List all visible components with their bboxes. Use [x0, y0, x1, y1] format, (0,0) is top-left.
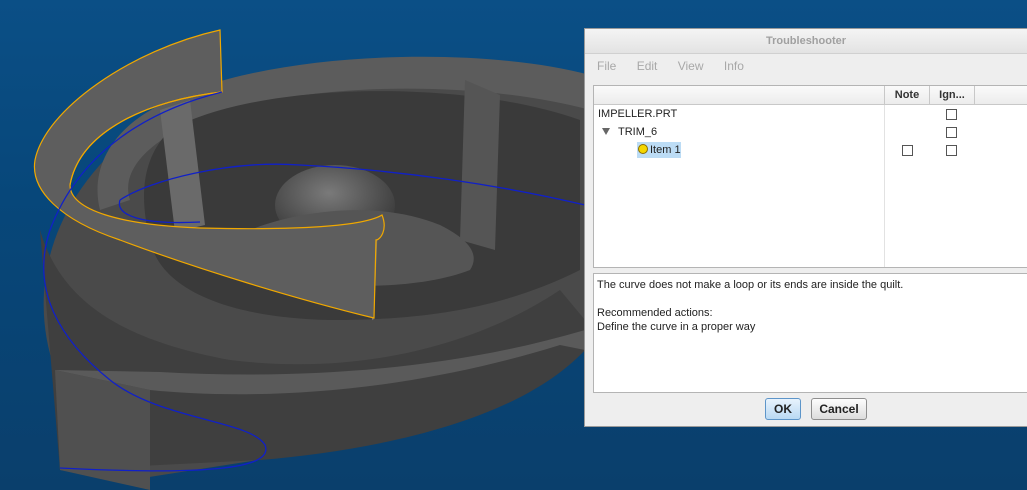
problem-tree[interactable]: Note Ign... IMPELLER.PRT TRIM_6 Item 1: [593, 85, 1027, 268]
tree-item-label: TRIM_6: [618, 126, 658, 138]
dialog-title: Troubleshooter: [585, 29, 1027, 54]
tree-item-label: IMPELLER.PRT: [598, 108, 678, 120]
ignore-checkbox[interactable]: [946, 127, 957, 138]
recommended-action: Define the curve in a proper way: [597, 321, 756, 333]
menu-view[interactable]: View: [678, 59, 704, 73]
column-ignore[interactable]: Ign...: [929, 86, 975, 104]
menu-edit[interactable]: Edit: [637, 59, 658, 73]
tree-row-trim6[interactable]: TRIM_6: [594, 124, 1027, 142]
menu-file[interactable]: File: [597, 59, 616, 73]
tree-row-impeller[interactable]: IMPELLER.PRT: [594, 106, 1027, 124]
message-panel: The curve does not make a loop or its en…: [593, 273, 1027, 393]
recommended-actions-heading: Recommended actions:: [597, 307, 713, 319]
ignore-checkbox[interactable]: [946, 109, 957, 120]
ok-button[interactable]: OK: [765, 398, 801, 420]
tree-item-label: Item 1: [650, 144, 681, 156]
yellow-bulb-icon: [638, 144, 648, 154]
tree-column-header: Note Ign...: [594, 86, 1027, 105]
menu-bar: File Edit View Info: [585, 54, 1027, 78]
troubleshooter-dialog: Troubleshooter File Edit View Info Note …: [584, 28, 1027, 427]
menu-info[interactable]: Info: [724, 59, 744, 73]
expand-triangle-icon[interactable]: [602, 128, 610, 135]
tree-row-item1[interactable]: Item 1: [594, 142, 1027, 160]
column-note[interactable]: Note: [884, 86, 929, 104]
note-checkbox[interactable]: [902, 145, 913, 156]
ignore-checkbox[interactable]: [946, 145, 957, 156]
cancel-button[interactable]: Cancel: [811, 398, 867, 420]
message-text: The curve does not make a loop or its en…: [597, 279, 904, 291]
